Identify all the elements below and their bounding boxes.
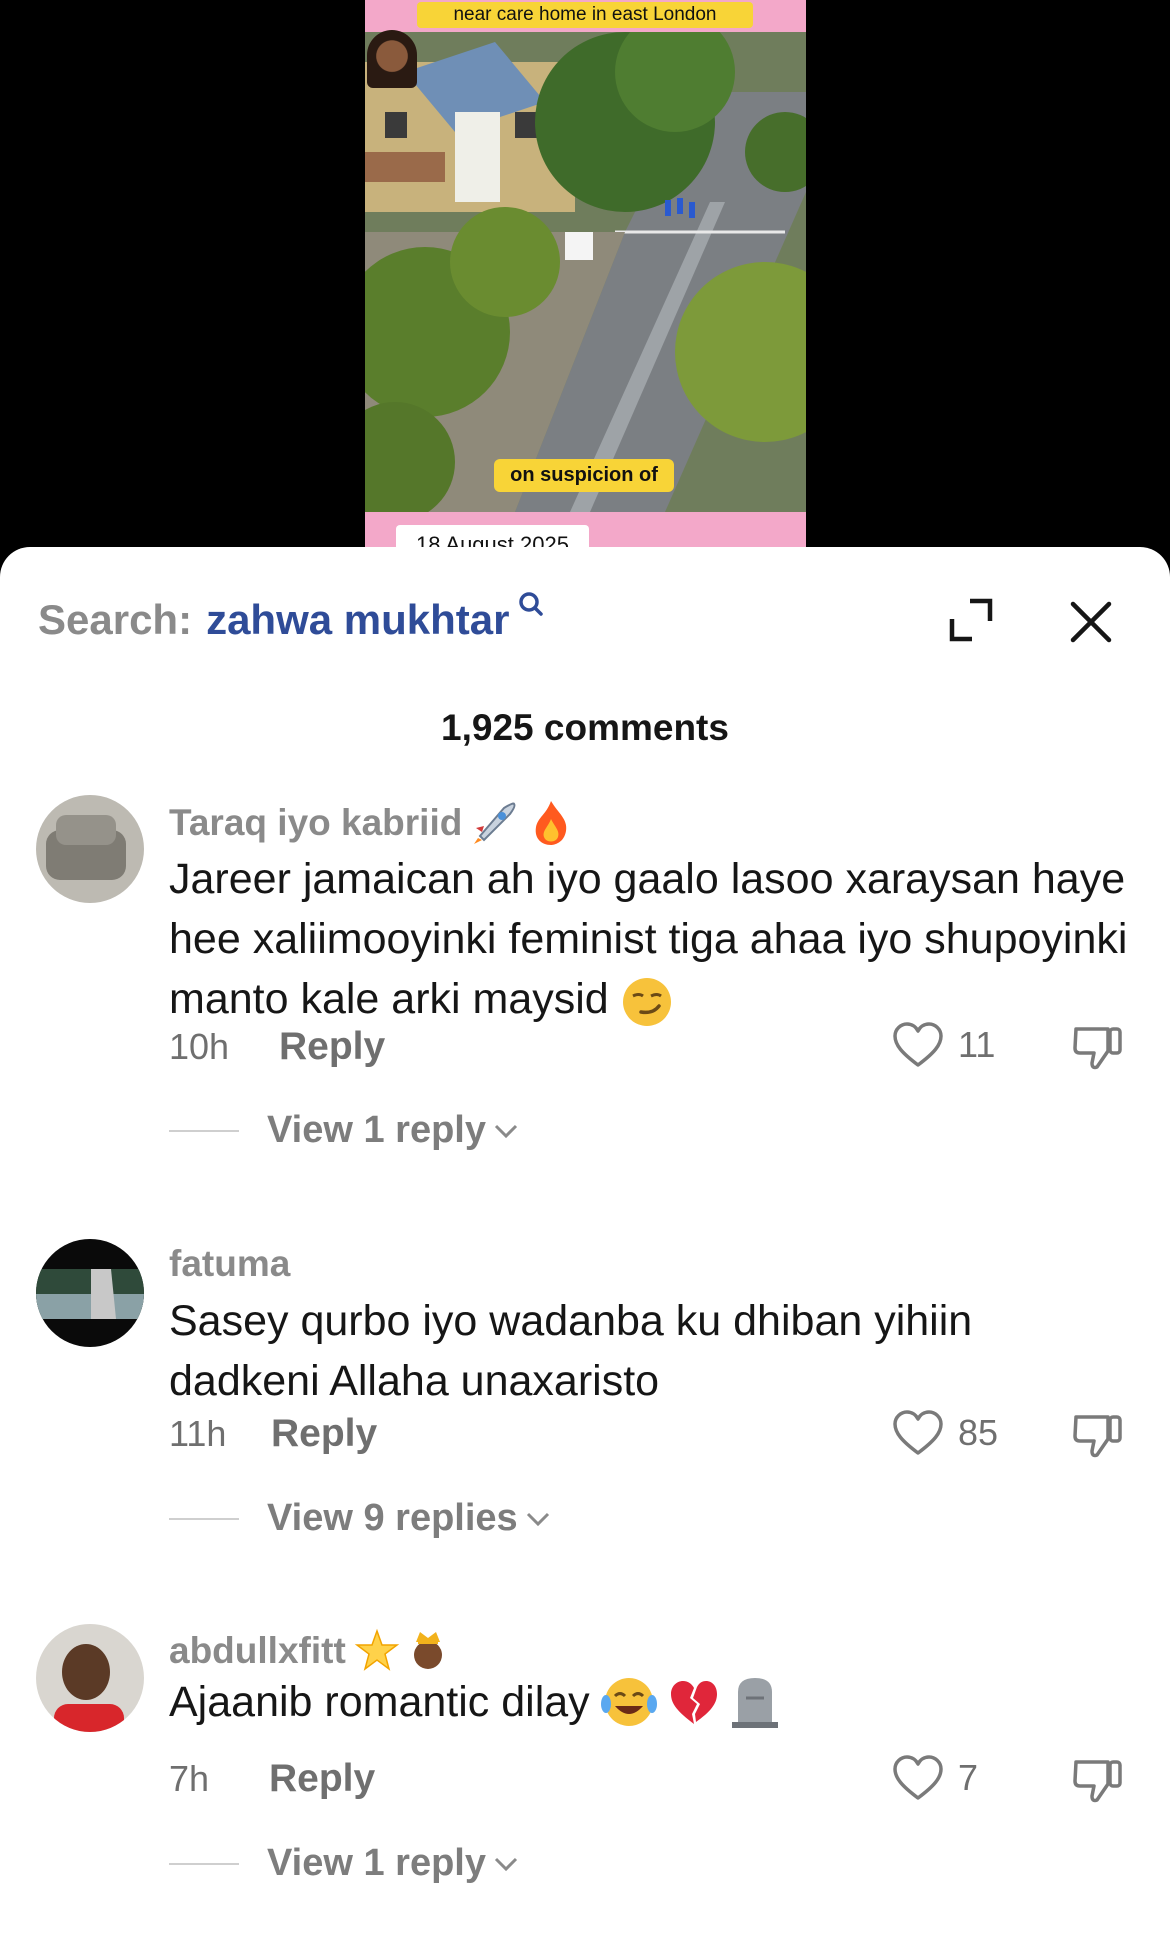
view-replies-button[interactable]: View 1 reply [169,1842,520,1885]
avatar-image [36,1624,144,1732]
aerial-street-image [365,32,806,512]
glowing-star-emoji-icon [354,1628,400,1671]
username-text: abdullxfitt [169,1630,346,1671]
comment-username[interactable]: fatuma [169,1243,290,1285]
replies-divider [169,1862,239,1865]
chevron-down-icon [526,1512,549,1526]
thumbs-down-icon[interactable] [1070,1021,1126,1077]
reply-button[interactable]: Reply [271,1412,377,1456]
chevron-down-icon [494,1857,518,1871]
search-suggestion[interactable]: Search: zahwa mukhtar [38,592,550,645]
comment-text: Jareer jamaican ah iyo gaalo lasoo xaray… [169,849,1129,1029]
heart-icon [893,1022,943,1067]
presenter-thumbnail [367,30,417,88]
comment-text: Ajaanib romantic dilay [169,1672,1129,1732]
comment-text: Sasey qurbo iyo wadanba ku dhiban yihiin… [169,1297,973,1405]
comment-username[interactable]: Taraq iyo kabriid [169,799,574,847]
comment-time: 10h [169,1026,230,1067]
avatar[interactable] [36,1239,144,1347]
like-button[interactable]: 85 [892,1409,998,1457]
comment-text-content: Ajaanib romantic dilay [169,1678,590,1726]
search-prefix: Search: [38,596,193,643]
comment-meta: 10h Reply [169,1025,385,1069]
view-replies-label: View 1 reply [267,1842,486,1884]
smirk-emoji-icon [622,977,671,1026]
rocket-emoji-icon [474,802,516,844]
app-screen: near care home in east London on suspici… [0,0,1170,1935]
comment-item: fatuma Sasey qurbo iyo wadanba ku dhiban… [0,1239,1170,1559]
video-frame[interactable] [365,32,806,512]
tears-of-joy-emoji-icon [600,1678,657,1726]
heart-icon [893,1755,943,1800]
username-text: Taraq iyo kabriid [169,802,463,843]
close-icon[interactable] [1068,599,1114,645]
like-count: 11 [958,1024,996,1065]
comment-item: Taraq iyo kabriid Jareer jamaican ah iyo… [0,795,1170,1185]
view-replies-button[interactable]: View 9 replies [169,1497,552,1540]
comment-time: 7h [169,1758,210,1799]
comments-sheet: Search: zahwa mukhtar 1,925 comments Tar… [0,547,1170,1935]
thumbs-down-icon[interactable] [1070,1754,1126,1810]
comment-username[interactable]: abdullxfitt [169,1628,448,1674]
thumbs-down-icon[interactable] [1070,1409,1126,1465]
comment-meta: 11h Reply [169,1412,377,1456]
avatar-image [36,795,144,903]
headstone-emoji-icon [731,1678,778,1728]
avatar[interactable] [36,1624,144,1732]
prince-emoji-icon [413,1632,442,1669]
avatar-image [36,1239,144,1347]
search-term-link[interactable]: zahwa mukhtar [206,596,509,644]
like-count: 85 [958,1412,999,1453]
broken-heart-emoji-icon [670,1681,717,1724]
expand-icon[interactable] [948,597,994,643]
video-subtitle: on suspicion of [494,459,674,492]
heart-icon [893,1410,943,1455]
search-icon [518,592,543,616]
replies-divider [169,1517,239,1520]
comment-count: 1,925 comments [441,707,729,748]
replies-divider [169,1129,239,1132]
video-player[interactable]: near care home in east London on suspici… [365,0,806,560]
view-replies-label: View 1 reply [267,1109,486,1151]
comment-meta: 7h Reply [169,1757,375,1801]
reply-button[interactable]: Reply [269,1757,375,1801]
video-top-caption: near care home in east London [417,2,753,28]
reply-button[interactable]: Reply [279,1025,385,1069]
comment-item: abdullxfitt Ajaanib romantic dilay 7h Re… [0,1624,1170,1924]
avatar[interactable] [36,795,144,903]
like-button[interactable]: 11 [892,1021,995,1069]
like-count: 7 [958,1757,979,1798]
comment-time: 11h [169,1413,227,1454]
like-button[interactable]: 7 [892,1754,978,1802]
view-replies-label: View 9 replies [267,1497,518,1539]
chevron-down-icon [494,1124,518,1138]
username-text: fatuma [169,1243,291,1284]
view-replies-button[interactable]: View 1 reply [169,1109,520,1152]
fire-emoji-icon [536,801,567,845]
